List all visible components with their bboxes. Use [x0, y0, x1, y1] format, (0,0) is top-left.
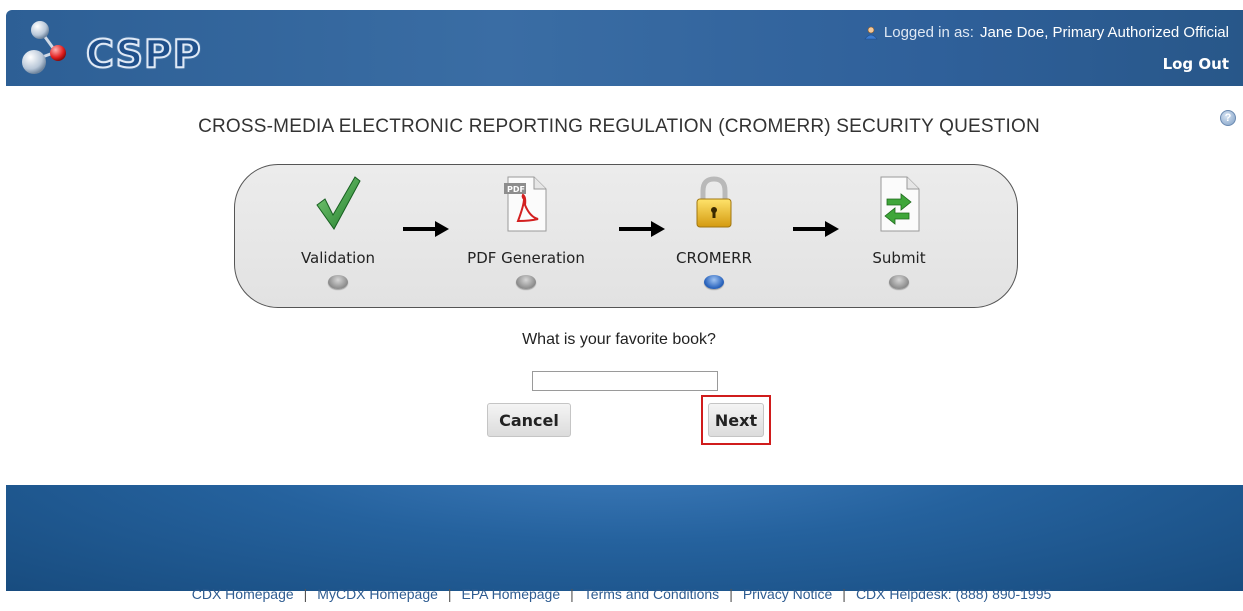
checkmark-icon	[316, 176, 361, 230]
footer-band	[6, 485, 1243, 591]
footer-link-helpdesk[interactable]: CDX Helpdesk: (888) 890-1995	[856, 586, 1051, 602]
footer-separator: |	[842, 586, 846, 602]
footer-separator: |	[303, 586, 308, 602]
header-bar: CSPP Logged in as: Jane Doe, Primary Aut…	[6, 10, 1243, 86]
cancel-button[interactable]: Cancel	[487, 403, 571, 437]
footer-separator: |	[570, 586, 574, 602]
step-indicator-active	[704, 275, 724, 289]
footer-link-epa-homepage[interactable]: EPA Homepage	[462, 586, 561, 602]
logged-in-info: Logged in as: Jane Doe, Primary Authoriz…	[864, 24, 1229, 41]
step-validation: Validation	[268, 165, 408, 307]
step-label: Validation	[300, 249, 376, 267]
arrow-right-icon	[403, 221, 449, 237]
footer-separator: |	[729, 586, 733, 602]
security-answer-input[interactable]	[532, 371, 718, 391]
submit-document-icon	[880, 176, 920, 232]
user-name: Jane Doe, Primary Authorized Official	[979, 24, 1229, 41]
pdf-document-icon: PDF	[504, 176, 547, 232]
footer-link-privacy[interactable]: Privacy Notice	[743, 586, 832, 602]
step-cromerr: CROMERR	[644, 165, 784, 307]
footer-link-mycdx-homepage[interactable]: MyCDX Homepage	[317, 586, 438, 602]
progress-steps: Validation PDF PDF Generation CROMERR Su…	[234, 164, 1018, 308]
security-question: What is your favorite book?	[522, 331, 716, 348]
footer-link-terms[interactable]: Terms and Conditions	[584, 586, 719, 602]
footer-link-cdx-homepage[interactable]: CDX Homepage	[192, 586, 294, 602]
step-indicator	[516, 275, 536, 289]
user-icon	[864, 26, 878, 39]
logout-link[interactable]: Log Out	[1163, 55, 1229, 73]
step-label: PDF Generation	[467, 249, 585, 267]
step-label: CROMERR	[676, 249, 752, 267]
next-button[interactable]: Next	[708, 403, 764, 437]
step-label: Submit	[872, 249, 926, 267]
step-indicator	[328, 275, 348, 289]
help-icon[interactable]: ?	[1220, 110, 1236, 126]
page-title: CROSS-MEDIA ELECTRONIC REPORTING REGULAT…	[198, 116, 1040, 137]
step-indicator	[889, 275, 909, 289]
footer-separator: |	[447, 586, 452, 602]
logo-text: CSPP	[85, 31, 202, 77]
cspp-logo[interactable]: CSPP	[20, 16, 202, 82]
page-frame: CSPP Logged in as: Jane Doe, Primary Aut…	[6, 10, 1243, 611]
svg-text:PDF: PDF	[507, 185, 525, 194]
step-submit: Submit	[829, 165, 969, 307]
molecule-logo-icon	[22, 21, 66, 74]
footer-links: CDX Homepage | MyCDX Homepage | EPA Homepage…	[0, 586, 1243, 611]
step-pdf-generation: PDF PDF Generation	[456, 165, 596, 307]
padlock-icon	[696, 176, 732, 228]
logged-in-label: Logged in as:	[883, 24, 974, 41]
